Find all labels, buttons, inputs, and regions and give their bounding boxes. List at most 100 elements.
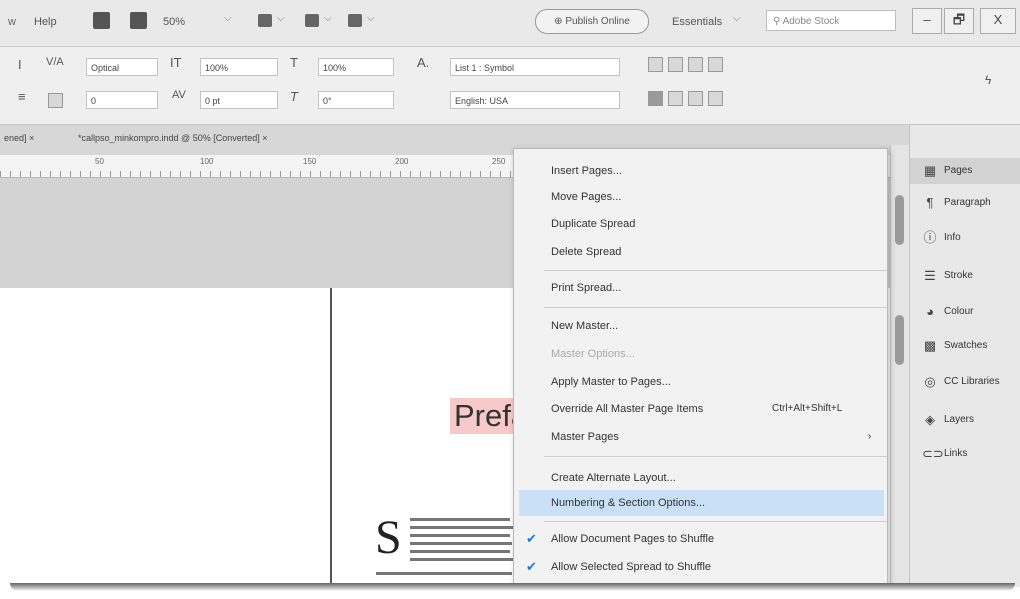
menu-master-pages[interactable]: Master Pages › [514, 424, 887, 450]
baseline-shift-icon [48, 93, 63, 108]
menu-numbering-section-options[interactable]: Numbering & Section Options... [519, 490, 884, 516]
menu-allow-spread-shuffle[interactable]: ✔ Allow Selected Spread to Shuffle [514, 554, 887, 580]
panel-label: Links [944, 448, 968, 459]
skew-field[interactable]: 0° [318, 91, 394, 109]
panel-swatches[interactable]: ▩ Swatches [910, 333, 1020, 359]
align-left-icon[interactable] [648, 57, 663, 72]
menu-insert-pages[interactable]: Insert Pages... [514, 158, 887, 184]
panel-links[interactable]: ⊂⊃ Links [910, 441, 1020, 467]
chevron-down-icon[interactable]: ⌵ [733, 13, 741, 24]
menu-label: Delete Spread [551, 246, 622, 258]
scroll-thumb[interactable] [895, 315, 904, 365]
screen-mode-icon[interactable] [305, 14, 319, 27]
panel-label: CC Libraries [944, 376, 1000, 387]
menu-item-help[interactable]: Help [34, 16, 57, 28]
close-button[interactable]: X [980, 8, 1016, 34]
language-field[interactable]: English: USA [450, 91, 620, 109]
align-right-icon[interactable] [688, 57, 703, 72]
chevron-down-icon[interactable]: ⌵ [324, 13, 332, 24]
panel-layers[interactable]: ◈ Layers [910, 407, 1020, 433]
restore-button[interactable]: 🗗 [944, 8, 974, 34]
info-icon: ⓘ [923, 230, 937, 245]
search-icon: ⚲ [773, 16, 783, 27]
bullet-style-field[interactable]: List 1 : Symbol [450, 58, 620, 76]
publish-icon: ⊕ [554, 16, 566, 27]
justify-center-icon[interactable] [668, 91, 683, 106]
align-center-icon[interactable] [668, 57, 683, 72]
panel-pages[interactable]: ▦ Pages [910, 158, 1020, 184]
menu-label: Insert Pages... [551, 165, 622, 177]
menu-print-spread[interactable]: Print Spread... [514, 275, 887, 301]
menu-bar: w Help 50% ⌵ ⌵ ⌵ ⌵ ⊕ Publish Online Esse… [0, 0, 1020, 47]
tab-active-document[interactable]: *callpso_minkompro.indd @ 50% [Converted… [78, 133, 267, 143]
bridge-icon[interactable] [93, 12, 110, 29]
panel-paragraph[interactable]: ¶ Paragraph [910, 190, 1020, 216]
drop-cap[interactable]: S [375, 514, 402, 562]
menu-label: Master Pages [551, 431, 619, 443]
vertical-scale-field[interactable]: 100% [200, 58, 278, 76]
search-placeholder: Adobe Stock [782, 16, 840, 27]
menu-override-master-items[interactable]: Override All Master Page Items Ctrl+Alt+S… [514, 396, 887, 422]
cc-libraries-icon: ◎ [924, 374, 936, 389]
baseline-shift-field[interactable]: 0 [86, 91, 158, 109]
chevron-down-icon[interactable]: ⌵ [367, 13, 375, 24]
justify-right-icon[interactable] [688, 91, 703, 106]
lightning-icon[interactable]: ϟ [985, 73, 991, 87]
menu-duplicate-spread[interactable]: Duplicate Spread [514, 211, 887, 237]
menu-label: Numbering & Section Options... [551, 497, 706, 509]
tracking-icon: AV [172, 89, 186, 101]
panel-label: Pages [944, 165, 973, 176]
body-text-line [410, 526, 514, 529]
menu-label: Override All Master Page Items [551, 403, 704, 415]
menu-create-alternate-layout[interactable]: Create Alternate Layout... [514, 465, 887, 491]
workspace-switcher[interactable]: Essentials [672, 16, 722, 28]
submenu-arrow-icon: › [868, 431, 872, 442]
menu-separator [544, 270, 887, 271]
zoom-level[interactable]: 50% [163, 16, 185, 28]
checkmark-icon: ✔ [526, 559, 537, 574]
scroll-thumb[interactable] [895, 195, 904, 245]
panel-info[interactable]: ⓘ Info [910, 225, 1020, 251]
panel-colour[interactable]: ◕ Colour [910, 299, 1020, 325]
tab-previous-document[interactable]: ened] × [4, 133, 34, 143]
character-style-icon: A. [417, 55, 430, 70]
stock-icon[interactable] [130, 12, 147, 29]
ruler-label: 100 [200, 157, 214, 166]
tracking-field[interactable]: 0 pt [200, 91, 278, 109]
ruler-label: 250 [492, 157, 506, 166]
links-icon: ⊂⊃ [922, 446, 944, 461]
menu-item-fragment[interactable]: w [8, 16, 16, 28]
align-towards-spine-icon[interactable] [708, 57, 723, 72]
panel-cc-libraries[interactable]: ◎ CC Libraries [910, 369, 1020, 395]
arrange-documents-icon[interactable] [348, 14, 362, 27]
chevron-down-icon[interactable]: ⌵ [277, 13, 285, 24]
menu-new-master[interactable]: New Master... [514, 313, 887, 339]
pages-icon: ▦ [923, 163, 937, 178]
body-text-line [410, 534, 510, 537]
publish-online-button[interactable]: ⊕ Publish Online [535, 9, 649, 34]
vertical-scrollbar[interactable] [890, 145, 909, 585]
menu-delete-spread[interactable]: Delete Spread [514, 239, 887, 265]
justify-all-icon[interactable] [708, 91, 723, 106]
chevron-down-icon[interactable]: ⌵ [224, 13, 232, 24]
stock-search-input[interactable]: ⚲ Adobe Stock [766, 10, 896, 31]
checkmark-icon: ✔ [526, 531, 537, 546]
kerning-icon: V/A [46, 56, 64, 68]
menu-apply-master[interactable]: Apply Master to Pages... [514, 369, 887, 395]
menu-separator [544, 521, 887, 522]
body-text-line [410, 558, 514, 561]
panel-stroke[interactable]: ☰ Stroke [910, 263, 1020, 289]
swatches-icon: ▩ [923, 338, 937, 353]
kerning-field[interactable]: Optical [86, 58, 158, 76]
menu-label: Create Alternate Layout... [551, 472, 676, 484]
minimize-button[interactable]: – [912, 8, 942, 34]
publish-label: Publish Online [565, 16, 630, 27]
baseline-icon: ≡ [18, 89, 26, 104]
menu-move-pages[interactable]: Move Pages... [514, 184, 887, 210]
menu-label: Apply Master to Pages... [551, 376, 671, 388]
horizontal-scale-field[interactable]: 100% [318, 58, 394, 76]
view-options-icon[interactable] [258, 14, 272, 27]
justify-left-icon[interactable] [648, 91, 663, 106]
menu-allow-document-pages-shuffle[interactable]: ✔ Allow Document Pages to Shuffle [514, 526, 887, 552]
ruler-label: 50 [95, 157, 104, 166]
